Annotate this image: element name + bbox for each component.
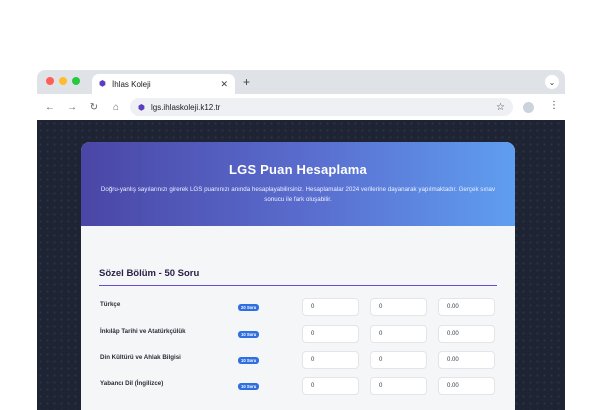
- forward-button[interactable]: →: [67, 102, 77, 113]
- sozel-section: Sözel Bölüm - 50 Soru Türkçe 20 Soru 0 0…: [99, 268, 497, 395]
- back-button[interactable]: ←: [45, 102, 55, 113]
- dogru-input[interactable]: 0: [302, 377, 359, 395]
- maximize-window-button[interactable]: [72, 77, 80, 85]
- tab-ihlas-koleji[interactable]: ⬢ İhlas Koleji ✕: [92, 74, 235, 94]
- site-favicon-icon: ⬢: [99, 79, 106, 88]
- new-tab-button[interactable]: +: [243, 75, 250, 89]
- browser-toolbar: ← → ↻ ⌂ ⬢ lgs.ihlaskoleji.k12.tr ☆ ⋮: [37, 94, 565, 120]
- yanlis-input[interactable]: 0: [370, 325, 427, 343]
- dogru-input[interactable]: 0: [302, 351, 359, 369]
- url-text: lgs.ihlaskoleji.k12.tr: [150, 102, 221, 112]
- page-title: LGS Puan Hesaplama: [229, 162, 367, 177]
- address-bar[interactable]: ⬢ lgs.ihlaskoleji.k12.tr ☆: [130, 98, 513, 116]
- net-output: 0.00: [438, 325, 495, 343]
- question-count-badge: 10 Soru: [238, 331, 260, 338]
- question-count-badge: 20 Soru: [238, 304, 260, 311]
- window-controls: [46, 77, 80, 85]
- page-content: LGS Puan Hesaplama Doğru-yanlış sayıları…: [37, 120, 565, 410]
- subject-row-turkce: Türkçe 20 Soru 0 0 0.00: [99, 298, 497, 316]
- dogru-input[interactable]: 0: [302, 325, 359, 343]
- profile-avatar[interactable]: [523, 102, 534, 113]
- subject-label: Yabancı Dil (İngilizce): [100, 380, 164, 387]
- subject-label: Türkçe: [100, 301, 121, 308]
- page-subtitle: Doğru-yanlış sayılarınızı girerek LGS pu…: [100, 186, 496, 203]
- hero-banner: LGS Puan Hesaplama Doğru-yanlış sayıları…: [81, 142, 515, 226]
- site-info-icon[interactable]: ⬢: [138, 103, 145, 112]
- browser-window: ⬢ İhlas Koleji ✕ + ⌄ ← → ↻ ⌂ ⬢ lgs.ihlas…: [37, 70, 565, 410]
- tab-search-chevron-icon[interactable]: ⌄: [545, 75, 559, 89]
- minimize-window-button[interactable]: [59, 77, 67, 85]
- yanlis-input[interactable]: 0: [370, 377, 427, 395]
- dogru-input[interactable]: 0: [302, 298, 359, 316]
- close-window-button[interactable]: [46, 77, 54, 85]
- net-output: 0.00: [438, 351, 495, 369]
- calculator-card: LGS Puan Hesaplama Doğru-yanlış sayıları…: [81, 142, 515, 410]
- reload-button[interactable]: ↻: [89, 102, 99, 113]
- subject-label: İnkılâp Tarihi ve Atatürkçülük: [100, 328, 186, 335]
- subject-row-inkilap: İnkılâp Tarihi ve Atatürkçülük 10 Soru 0…: [99, 325, 497, 343]
- bookmark-star-icon[interactable]: ☆: [496, 102, 505, 113]
- yanlis-input[interactable]: 0: [370, 351, 427, 369]
- net-output: 0.00: [438, 298, 495, 316]
- question-count-badge: 10 Soru: [238, 383, 260, 390]
- question-count-badge: 10 Soru: [238, 357, 260, 364]
- yanlis-input[interactable]: 0: [370, 298, 427, 316]
- close-tab-icon[interactable]: ✕: [220, 79, 228, 90]
- tab-bar: ⬢ İhlas Koleji ✕ + ⌄: [37, 70, 565, 94]
- tab-title: İhlas Koleji: [112, 79, 151, 89]
- net-output: 0.00: [438, 377, 495, 395]
- home-button[interactable]: ⌂: [111, 102, 121, 113]
- subject-label: Din Kültürü ve Ahlak Bilgisi: [100, 354, 181, 361]
- subject-row-ingilizce: Yabancı Dil (İngilizce) 10 Soru 0 0 0.00: [99, 377, 497, 395]
- browser-menu-icon[interactable]: ⋮: [549, 100, 559, 111]
- subject-row-din: Din Kültürü ve Ahlak Bilgisi 10 Soru 0 0…: [99, 351, 497, 369]
- section-title: Sözel Bölüm - 50 Soru: [99, 268, 497, 286]
